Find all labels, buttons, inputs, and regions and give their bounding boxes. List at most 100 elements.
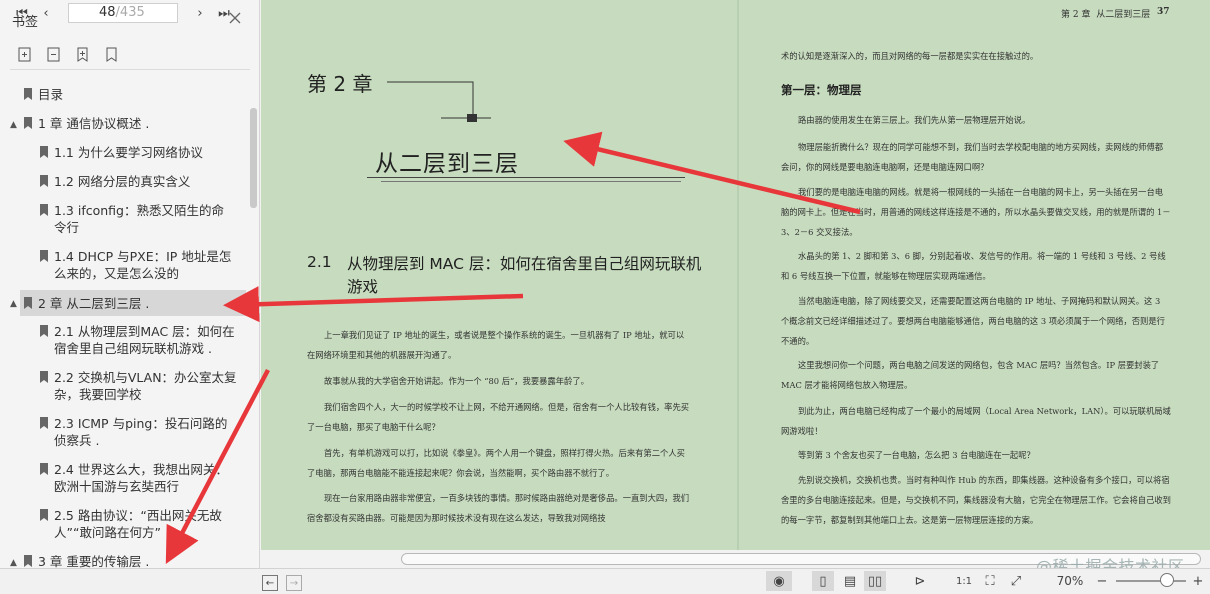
two-page-icon[interactable]: ▯▯ — [864, 571, 886, 591]
bookmark-label: 1.4 DHCP 与PXE：IP 地址是怎么来的，又是怎么没的 — [54, 249, 232, 281]
zoom-in-icon[interactable]: + — [1190, 571, 1206, 591]
bookmark-flag-icon — [40, 509, 48, 521]
bookmark-flag-icon — [40, 146, 48, 158]
bookmark-item-2-4[interactable]: 2.4 世界这么大，我想出网关：欧洲十国游与玄奘西行 — [0, 461, 250, 495]
bookmark-flag-icon — [40, 371, 48, 383]
bookmark-flag-icon — [40, 325, 48, 337]
total-pages: /435 — [115, 5, 145, 20]
bookmark-item-2-1[interactable]: 2.1 从物理层到MAC 层：如何在宿舍里自己组网玩联机游戏 . — [0, 323, 250, 357]
page-number-input[interactable]: 48/435 — [68, 3, 178, 23]
last-page-icon[interactable]: ⏭ — [214, 3, 234, 23]
bookmark-item-2-2[interactable]: 2.2 交换机与VLAN：办公室太复杂，我要回学校 — [0, 369, 250, 403]
paragraph: 到此为止，两台电脑已经构成了一个最小的局域网（Local Area Networ… — [781, 406, 1171, 436]
paragraph: 等到第 3 个舍友也买了一台电脑，怎么把 3 台电脑连在一起呢？ — [798, 450, 1035, 460]
bookmark-item-chapter-3[interactable]: ▲ 3 章 重要的传输层 . — [0, 553, 250, 568]
bookmark-flag-icon — [24, 88, 32, 100]
paragraph: 路由器的使用发生在第三层上。我们先从第一层物理层开始说。 — [798, 115, 1031, 125]
prev-page-icon[interactable]: ‹ — [36, 3, 56, 23]
bookmark-item-1-3[interactable]: 1.3 ifconfig：熟悉又陌生的命令行 — [0, 202, 250, 236]
bookmark-item-1-2[interactable]: 1.2 网络分层的真实含义 — [0, 173, 250, 190]
bookmark-item-chapter-2[interactable]: ▲ 2 章 从二层到三层 . — [10, 290, 246, 316]
bookmark-label: 2.5 路由协议：“西出网关无故人”“敢问路在何方” — [54, 508, 222, 540]
first-page-icon[interactable]: ⏮ — [12, 3, 32, 23]
header-title: 从二层到三层 — [1096, 10, 1151, 20]
zoom-level[interactable]: 70% — [1050, 571, 1090, 591]
next-page-icon[interactable]: › — [190, 3, 210, 23]
collapse-arrow-icon[interactable]: ▲ — [10, 117, 17, 134]
paragraph: 现在一台家用路由器非常便宜，一百多块钱的事情。那时候路由器绝对是奢侈品。一直到大… — [307, 493, 690, 523]
bookmark-item-toc[interactable]: 目录 — [0, 86, 250, 103]
running-header: 第 2 章 从二层到三层 — [1061, 7, 1150, 20]
paragraph: 水晶头的第 1、2 脚和第 3、6 脚，分别起着收、发信号的作用。将一端的 1 … — [781, 251, 1166, 281]
bookmark-panel: 书签 目录 ▲ 1 章 通信协议概述 . 1.1 为什么要学习网络协议 1.2 … — [0, 0, 260, 568]
paragraph: 这里我想问你一个问题，两台电脑之间发送的网络包，包含 MAC 层吗？当然包含。I… — [781, 360, 1160, 390]
chapter-decoration — [387, 81, 491, 122]
divider — [10, 69, 250, 70]
subheading: 第一层：物理层 — [781, 83, 862, 97]
back-icon[interactable]: ← — [262, 575, 278, 591]
bookmark-toolbar — [16, 46, 120, 66]
bookmark-item-2-5[interactable]: 2.5 路由协议：“西出网关无故人”“敢问路在何方” — [0, 507, 250, 541]
bottom-toolbar — [0, 568, 1210, 594]
bookmark-icon[interactable] — [103, 46, 120, 63]
forward-icon[interactable]: → — [286, 575, 302, 591]
eye-mode-icon[interactable]: ◉ — [766, 571, 792, 591]
expand-all-icon[interactable] — [16, 46, 33, 63]
fit-page-icon[interactable]: ⛶ — [980, 571, 1000, 591]
bookmark-label: 1.3 ifconfig：熟悉又陌生的命令行 — [54, 203, 224, 235]
paragraph: 上一章我们见证了 IP 地址的诞生，或者说是整个操作系统的诞生。一旦机器有了 I… — [307, 330, 685, 360]
paragraph: 当然电脑连电脑，除了网线要交叉，还需要配置这两台电脑的 IP 地址、子网掩码和默… — [781, 296, 1165, 346]
bookmark-label: 2 章 从二层到三层 . — [38, 296, 150, 311]
bookmark-label: 2.4 世界这么大，我想出网关：欧洲十国游与玄奘西行 — [54, 462, 228, 494]
paragraph: 术的认知是逐渐深入的，而且对网络的每一层都是实实在在接触过的。 — [781, 51, 1039, 61]
bookmark-label: 目录 — [38, 87, 64, 102]
bookmark-flag-icon — [40, 463, 48, 475]
bookmark-item-chapter-1[interactable]: ▲ 1 章 通信协议概述 . — [0, 115, 250, 132]
document-view: 第 2 章 从二层到三层 2.1 从物理层到 MAC 层：如何在宿舍里自己组网玩… — [261, 0, 1210, 550]
bookmark-flag-icon — [40, 417, 48, 429]
bookmark-flag-icon — [24, 297, 32, 309]
paragraph: 首先，有单机游戏可以打，比如说《拳皇》。两个人用一个键盘，照样打得火热。后来有第… — [307, 448, 685, 478]
chapter-label: 第 2 章 — [307, 72, 373, 96]
fit-width-icon[interactable]: ⤢ — [1006, 571, 1026, 591]
bookmark-item-1-1[interactable]: 1.1 为什么要学习网络协议 — [0, 144, 250, 161]
page-number: 37 — [1157, 7, 1170, 17]
section-title: 从物理层到 MAC 层：如何在宿舍里自己组网玩联机游戏 — [347, 255, 702, 296]
title-rule — [381, 181, 681, 182]
bookmark-label: 1.2 网络分层的真实含义 — [54, 174, 191, 189]
bookmark-label: 2.1 从物理层到MAC 层：如何在宿舍里自己组网玩联机游戏 . — [54, 324, 235, 356]
collapse-arrow-icon[interactable]: ▲ — [10, 296, 17, 313]
bookmark-label: 2.2 交换机与VLAN：办公室太复杂，我要回学校 — [54, 370, 237, 402]
paragraph: 我们要的是电脑连电脑的网线。就是将一根网线的一头插在一台电脑的网卡上，另一头插在… — [781, 187, 1171, 237]
single-page-icon[interactable]: ▯ — [812, 571, 834, 591]
bookmark-label: 3 章 重要的传输层 . — [38, 554, 150, 568]
bookmark-item-1-4[interactable]: 1.4 DHCP 与PXE：IP 地址是怎么来的，又是怎么没的 — [0, 248, 250, 282]
actual-size-icon[interactable]: 1:1 — [954, 571, 974, 591]
bookmark-item-2-3[interactable]: 2.3 ICMP 与ping：投石问路的侦察兵 . — [0, 415, 250, 449]
chapter-title: 从二层到三层 — [375, 151, 519, 177]
collapse-all-icon[interactable] — [45, 46, 62, 63]
header-chapter: 第 2 章 — [1061, 10, 1091, 20]
paragraph: 故事就从我的大学宿舍开始讲起。作为一个 “80 后”，我要暴露年龄了。 — [324, 376, 589, 386]
collapse-arrow-icon[interactable]: ▲ — [10, 555, 17, 568]
bookmark-flag-icon — [40, 250, 48, 262]
page-gutter — [737, 0, 739, 550]
add-bookmark-icon[interactable] — [74, 46, 91, 63]
continuous-page-icon[interactable]: ▤ — [840, 571, 860, 591]
bookmark-flag-icon — [40, 175, 48, 187]
bookmark-label: 1 章 通信协议概述 . — [38, 116, 150, 131]
zoom-slider-track[interactable] — [1116, 580, 1186, 582]
bookmark-flag-icon — [40, 204, 48, 216]
bookmark-label: 2.3 ICMP 与ping：投石问路的侦察兵 . — [54, 416, 228, 448]
sidebar-scrollbar[interactable] — [250, 108, 257, 208]
zoom-slider-thumb[interactable] — [1160, 573, 1174, 587]
paragraph: 物理层能折腾什么？现在的同学可能想不到，我们当时去学校配电脑的地方买网线，卖网线… — [781, 142, 1164, 172]
bookmark-label: 1.1 为什么要学习网络协议 — [54, 145, 203, 160]
zoom-out-icon[interactable]: − — [1094, 571, 1110, 591]
current-page: 48 — [99, 5, 116, 20]
play-icon[interactable]: ⊳ — [910, 571, 930, 591]
bookmark-flag-icon — [24, 117, 32, 129]
title-rule — [367, 177, 685, 178]
paragraph: 我们宿舍四个人，大一的时候学校不让上网，不给开通网络。但是，宿舍有一个人比较有钱… — [307, 402, 690, 432]
bookmark-flag-icon — [24, 555, 32, 567]
